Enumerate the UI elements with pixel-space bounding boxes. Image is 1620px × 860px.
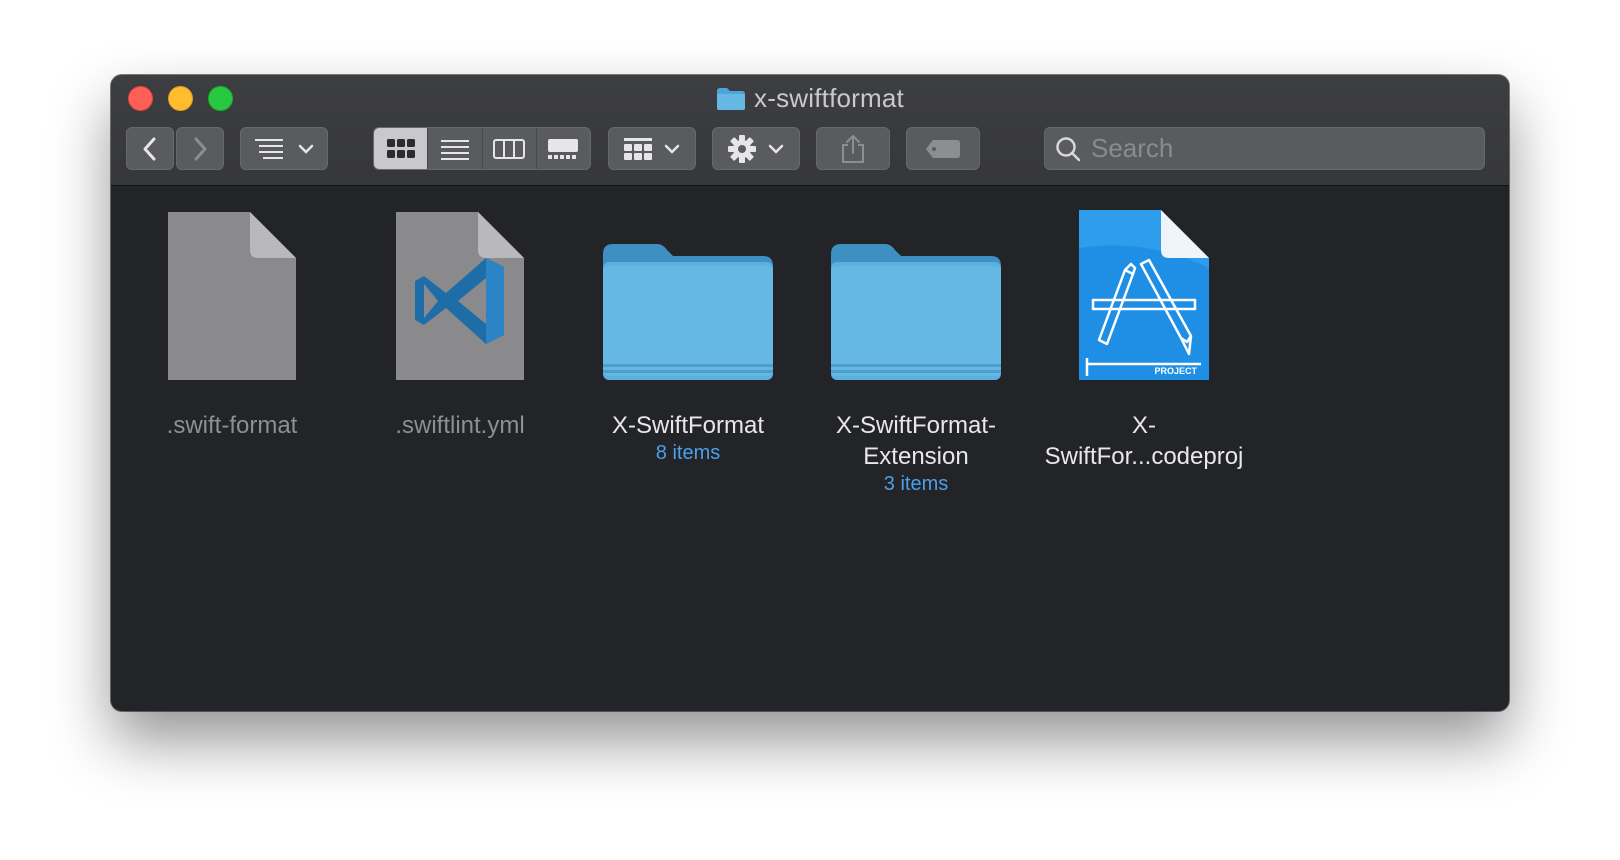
folder-name: X-SwiftFormat: [611, 412, 764, 439]
chevron-left-icon: [143, 137, 156, 160]
folder-item-x-swiftformat-extension[interactable]: X-SwiftFormat- Extension 3 items: [801, 200, 1031, 498]
tag-icon: [926, 139, 960, 158]
action-button[interactable]: [712, 127, 800, 170]
folder-icon: [717, 87, 746, 110]
list-view-button[interactable]: [428, 128, 483, 169]
chevron-down-icon: [664, 144, 680, 154]
chevron-down-icon: [298, 144, 314, 154]
grid-icon: [624, 137, 652, 160]
search-icon: [1056, 136, 1081, 161]
icon-view-icon: [386, 138, 415, 158]
file-item-swift-format[interactable]: .swift-format: [117, 200, 347, 441]
group-by-button[interactable]: [240, 127, 328, 170]
folder-icon: [831, 244, 1001, 380]
folder-icon: [603, 244, 773, 380]
chevron-down-icon: [768, 144, 784, 154]
finder-window: x-swiftformat Search .swift-format .swif…: [111, 75, 1509, 711]
file-name: X- SwiftFor...codeproj: [1029, 410, 1259, 472]
file-name-line-1: X-: [1132, 412, 1156, 439]
gear-icon: [728, 134, 756, 163]
list-sort-icon: [255, 138, 283, 159]
file-name: .swiftlint.yml: [395, 412, 525, 439]
file-name-line-2: SwiftFor...codeproj: [1044, 443, 1244, 470]
item-count: 8 items: [655, 442, 721, 464]
share-button[interactable]: [816, 127, 890, 170]
window-title-area: x-swiftformat: [111, 83, 1509, 116]
folder-item-x-swiftformat[interactable]: X-SwiftFormat 8 items: [573, 200, 803, 467]
column-view-icon: [493, 138, 526, 159]
icon-view-button[interactable]: [374, 128, 429, 169]
folder-name-line-2: Extension: [863, 443, 969, 470]
forward-button[interactable]: [176, 127, 224, 170]
chevron-right-icon: [194, 137, 207, 160]
file-item-swiftlint[interactable]: .swiftlint.yml: [345, 200, 575, 441]
titlebar: x-swiftformat: [111, 75, 1509, 186]
folder-name-line-1: X-SwiftFormat-: [835, 412, 996, 439]
item-count: 3 items: [883, 473, 949, 495]
gallery-view-button[interactable]: [537, 128, 590, 169]
gallery-view-icon: [548, 138, 579, 159]
column-view-button[interactable]: [483, 128, 537, 169]
arrange-button[interactable]: [608, 127, 696, 170]
list-view-icon: [440, 139, 469, 160]
file-name: .swift-format: [166, 412, 298, 439]
blank-document-icon: [168, 212, 296, 380]
view-mode-control[interactable]: [373, 127, 591, 170]
window-title: x-swiftformat: [754, 83, 904, 113]
folder-name: X-SwiftFormat- Extension: [801, 410, 1031, 472]
file-item-xcodeproj[interactable]: PROJECT X- SwiftFor...codeproj: [1029, 200, 1259, 472]
project-badge: PROJECT: [1154, 366, 1197, 376]
xcode-project-icon: PROJECT: [1079, 210, 1209, 380]
search-field[interactable]: [1044, 127, 1485, 170]
vscode-document-icon: [396, 212, 524, 380]
tags-button[interactable]: [906, 127, 980, 170]
back-button[interactable]: [126, 127, 174, 170]
search-input[interactable]: [1089, 132, 1473, 165]
share-icon: [842, 134, 864, 163]
file-icon-grid: .swift-format .swiftlint.yml X-SwiftForm…: [111, 186, 1509, 711]
